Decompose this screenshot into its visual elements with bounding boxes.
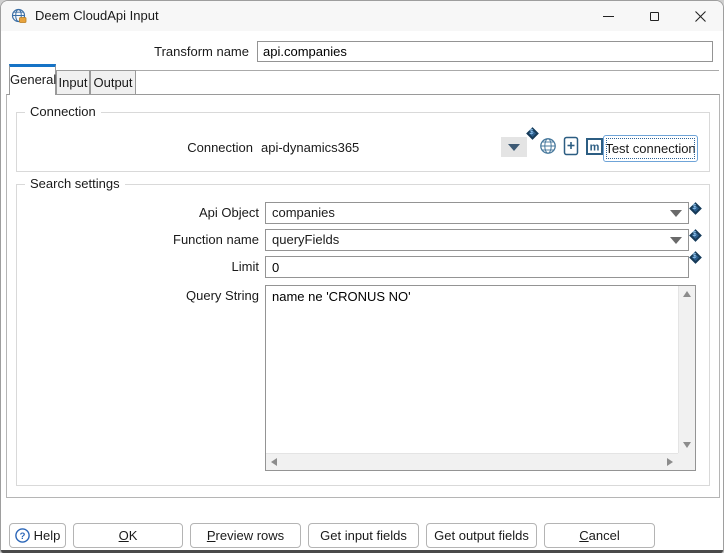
scroll-up-icon[interactable] — [683, 291, 691, 297]
get-output-fields-button[interactable]: Get output fields — [426, 523, 537, 548]
chevron-down-icon — [670, 210, 682, 217]
scroll-right-icon[interactable] — [667, 458, 673, 466]
scrollbar-corner — [678, 453, 695, 470]
limit-label: Limit — [231, 259, 259, 274]
transform-name-label: Transform name — [154, 44, 249, 59]
window-title: Deem CloudApi Input — [35, 8, 159, 23]
app-globe-icon — [11, 8, 27, 23]
variable-indicator-icon: $ — [689, 251, 702, 264]
connection-group-legend: Connection — [25, 104, 101, 120]
minimize-icon — [602, 15, 614, 17]
svg-text:m: m — [590, 142, 600, 154]
variable-dropdown-icon — [508, 143, 520, 151]
limit-input[interactable] — [265, 256, 689, 278]
query-string-field: name ne 'CRONUS NO' — [265, 285, 696, 471]
query-string-label: Query String — [186, 288, 259, 303]
minimize-button[interactable] — [585, 1, 631, 31]
connection-dropdown-button[interactable] — [501, 137, 527, 157]
window-controls — [585, 1, 723, 31]
function-name-label: Function name — [173, 232, 259, 247]
search-settings-legend: Search settings — [25, 176, 125, 192]
help-button-label: Help — [33, 528, 61, 543]
transform-name-input[interactable] — [257, 41, 713, 62]
connection-label: Connection — [187, 140, 253, 155]
horizontal-scrollbar[interactable] — [266, 453, 678, 470]
globe-edit-connection-icon[interactable] — [539, 137, 557, 155]
maximize-button[interactable] — [631, 1, 677, 31]
svg-text:?: ? — [19, 531, 25, 542]
query-string-textarea[interactable]: name ne 'CRONUS NO' — [266, 286, 678, 453]
function-name-combo[interactable]: queryFields — [265, 229, 689, 251]
tabstrip-top-line — [136, 70, 719, 71]
scroll-left-icon[interactable] — [271, 458, 277, 466]
help-button[interactable]: ? Help — [9, 523, 66, 548]
variable-indicator-icon: $ — [689, 202, 702, 215]
api-object-combo[interactable]: companies — [265, 202, 689, 224]
connection-group: Connection Connection api-dynamics365 $ — [16, 104, 710, 172]
chevron-down-icon — [670, 237, 682, 244]
variable-indicator-icon: $ — [526, 127, 539, 140]
cancel-button[interactable]: Cancel — [544, 523, 655, 548]
connection-value: api-dynamics365 — [261, 140, 360, 155]
dialog-window: Deem CloudApi Input Transform name Gener… — [0, 0, 724, 553]
help-icon: ? — [14, 528, 30, 543]
test-connection-button[interactable]: Test connection — [603, 135, 698, 162]
preview-rows-button[interactable]: Preview rows — [190, 523, 301, 548]
ok-button[interactable]: OK — [73, 523, 183, 548]
maximize-icon — [649, 11, 659, 21]
tab-output[interactable]: Output — [90, 70, 136, 94]
new-connection-icon[interactable] — [563, 136, 580, 156]
api-object-value: companies — [272, 205, 335, 220]
metadata-explorer-icon[interactable]: m — [586, 138, 603, 155]
tab-general[interactable]: General — [9, 64, 56, 95]
tab-input[interactable]: Input — [56, 70, 90, 94]
api-object-label: Api Object — [199, 205, 259, 220]
get-input-fields-button[interactable]: Get input fields — [308, 523, 419, 548]
close-button[interactable] — [677, 1, 723, 31]
variable-indicator-icon: $ — [689, 229, 702, 242]
scroll-down-icon[interactable] — [683, 442, 691, 448]
search-settings-group: Search settings Api Object companies $ F… — [16, 176, 710, 486]
general-tab-pane: Connection Connection api-dynamics365 $ — [6, 94, 720, 498]
titlebar: Deem CloudApi Input — [1, 1, 723, 31]
close-icon — [694, 10, 706, 22]
function-name-value: queryFields — [272, 232, 340, 247]
vertical-scrollbar[interactable] — [678, 286, 695, 453]
